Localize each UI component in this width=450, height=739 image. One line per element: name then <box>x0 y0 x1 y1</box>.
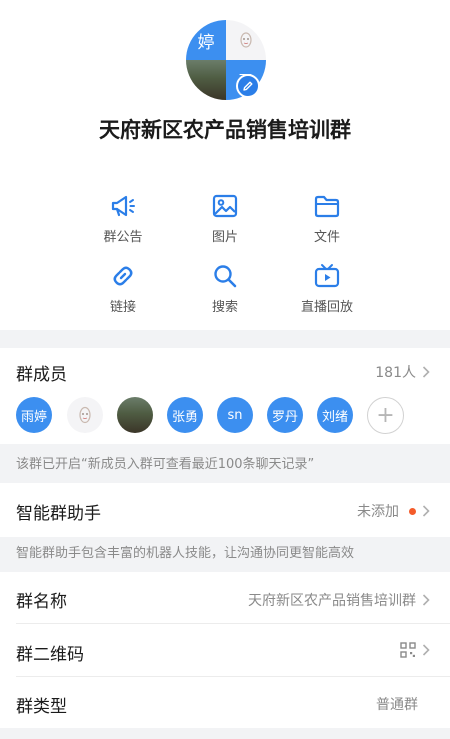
announcement-label: 群公告 <box>103 230 143 245</box>
member-avatar[interactable]: sn <box>217 397 253 433</box>
qr-code-label: 群二维码 <box>16 645 84 665</box>
live-replay-label: 直播回放 <box>300 300 353 315</box>
divider <box>16 676 450 677</box>
member-avatar-photo[interactable] <box>67 397 103 433</box>
member-avatar[interactable]: 雨婷 <box>16 397 52 433</box>
avatar-initial: 婷 <box>197 32 215 53</box>
members-title: 群成员 <box>16 365 67 385</box>
member-avatar[interactable]: 张勇 <box>167 397 203 433</box>
member-avatar[interactable]: 刘绪 <box>317 397 353 433</box>
plus-icon: + <box>376 403 395 428</box>
files-button[interactable]: 文件 <box>277 192 377 246</box>
chevron-right-icon <box>422 366 430 378</box>
links-label: 链接 <box>109 300 136 315</box>
group-type-row: 普通群 <box>376 694 418 714</box>
member-initial-avatar: 婷 <box>186 20 226 60</box>
image-icon <box>212 194 238 218</box>
edit-avatar-button[interactable] <box>236 74 260 98</box>
live-replay-icon <box>314 264 340 288</box>
member-avatar[interactable]: 罗丹 <box>267 397 303 433</box>
images-label: 图片 <box>211 230 238 245</box>
chevron-right-icon <box>422 644 430 656</box>
landscape-photo-avatar <box>186 60 226 100</box>
member-avatar-name: 刘绪 <box>321 409 348 425</box>
chevron-right-icon <box>422 505 430 517</box>
divider <box>16 623 450 624</box>
search-icon <box>214 265 237 288</box>
link-icon <box>113 266 133 286</box>
baby-icon <box>79 406 91 424</box>
group-name-row[interactable]: 天府新区农产品销售培训群 <box>248 590 430 610</box>
members-count: 181人 <box>375 365 416 381</box>
add-member-button[interactable]: + <box>367 397 404 434</box>
members-count-link[interactable]: 181人 <box>375 362 430 382</box>
group-name-title: 天府新区农产品销售培训群 <box>99 118 351 142</box>
member-avatar-name: 雨婷 <box>20 409 47 425</box>
member-avatar-name: sn <box>227 407 243 423</box>
images-button[interactable]: 图片 <box>175 192 275 246</box>
group-type-label: 群类型 <box>16 697 67 717</box>
member-avatar-name: 张勇 <box>171 409 198 425</box>
notification-dot <box>409 507 416 515</box>
search-label: 搜索 <box>211 300 238 315</box>
live-replay-button[interactable]: 直播回放 <box>277 262 377 316</box>
assistant-status-link[interactable]: 未添加 <box>357 501 430 521</box>
group-type-value: 普通群 <box>376 697 418 713</box>
member-avatar-photo[interactable] <box>117 397 153 433</box>
qr-code-row[interactable] <box>400 642 430 658</box>
assistant-note: 智能群助手包含丰富的机器人技能，让沟通协同更智能高效 <box>16 546 355 561</box>
announcement-button[interactable]: 群公告 <box>73 192 173 246</box>
group-name-value: 天府新区农产品销售培训群 <box>248 593 416 609</box>
group-name-label: 群名称 <box>16 592 67 612</box>
files-label: 文件 <box>313 230 340 245</box>
baby-icon <box>240 32 252 48</box>
folder-icon <box>314 195 340 218</box>
member-avatar-name: 罗丹 <box>271 409 298 425</box>
assistant-title: 智能群助手 <box>16 504 101 524</box>
history-note: 该群已开启“新成员入群可查看最近100条聊天记录” <box>16 457 315 472</box>
qr-code-icon <box>400 642 416 658</box>
pencil-icon <box>243 81 253 91</box>
search-button[interactable]: 搜索 <box>175 262 275 316</box>
megaphone-icon <box>111 195 135 217</box>
assistant-status: 未添加 <box>357 504 399 520</box>
baby-photo-avatar <box>226 20 266 60</box>
links-button[interactable]: 链接 <box>73 262 173 316</box>
chevron-right-icon <box>422 594 430 606</box>
